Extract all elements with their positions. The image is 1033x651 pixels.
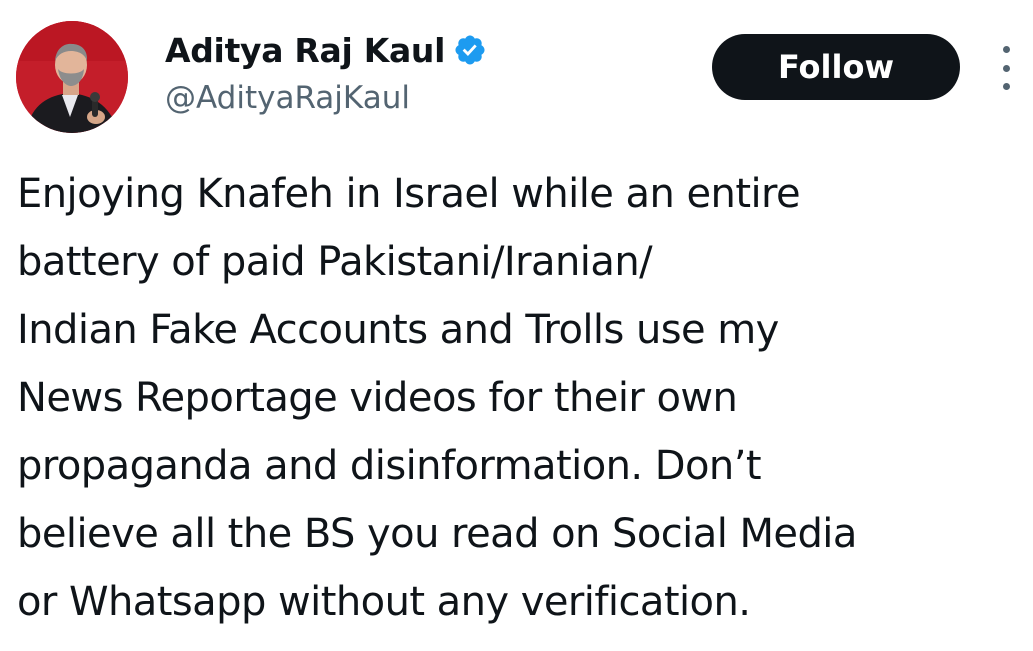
tweet-text-line: propaganda and disinformation. Don’t bbox=[17, 443, 762, 489]
avatar[interactable] bbox=[16, 21, 128, 133]
tweet-text-line: believe all the BS you read on Social Me… bbox=[17, 511, 857, 557]
author-handle[interactable]: @AdityaRajKaul bbox=[165, 80, 410, 116]
more-dot bbox=[1002, 46, 1010, 53]
tweet-text-line: battery of paid Pakistani/Iranian/ bbox=[17, 239, 653, 285]
more-dot bbox=[1002, 83, 1010, 90]
tweet-text: Enjoying Knafeh in Israel while an entir… bbox=[17, 160, 1029, 636]
tweet-text-line: Enjoying Knafeh in Israel while an entir… bbox=[17, 171, 801, 217]
tweet-text-line: News Reportage videos for their own bbox=[17, 375, 738, 421]
more-options-icon[interactable] bbox=[996, 46, 1016, 90]
tweet-text-line: Indian Fake Accounts and Trolls use my bbox=[17, 307, 779, 353]
follow-button[interactable]: Follow bbox=[712, 34, 960, 100]
verified-badge-icon[interactable] bbox=[453, 33, 487, 67]
author-name-row: Aditya Raj Kaul bbox=[165, 28, 487, 72]
tweet-card: Aditya Raj Kaul @AdityaRajKaul Follow En… bbox=[0, 0, 1033, 651]
profile-photo-icon bbox=[16, 21, 128, 133]
author-display-name[interactable]: Aditya Raj Kaul bbox=[165, 31, 445, 70]
more-dot bbox=[1002, 64, 1010, 72]
tweet-text-line: or Whatsapp without any verification. bbox=[17, 579, 751, 625]
